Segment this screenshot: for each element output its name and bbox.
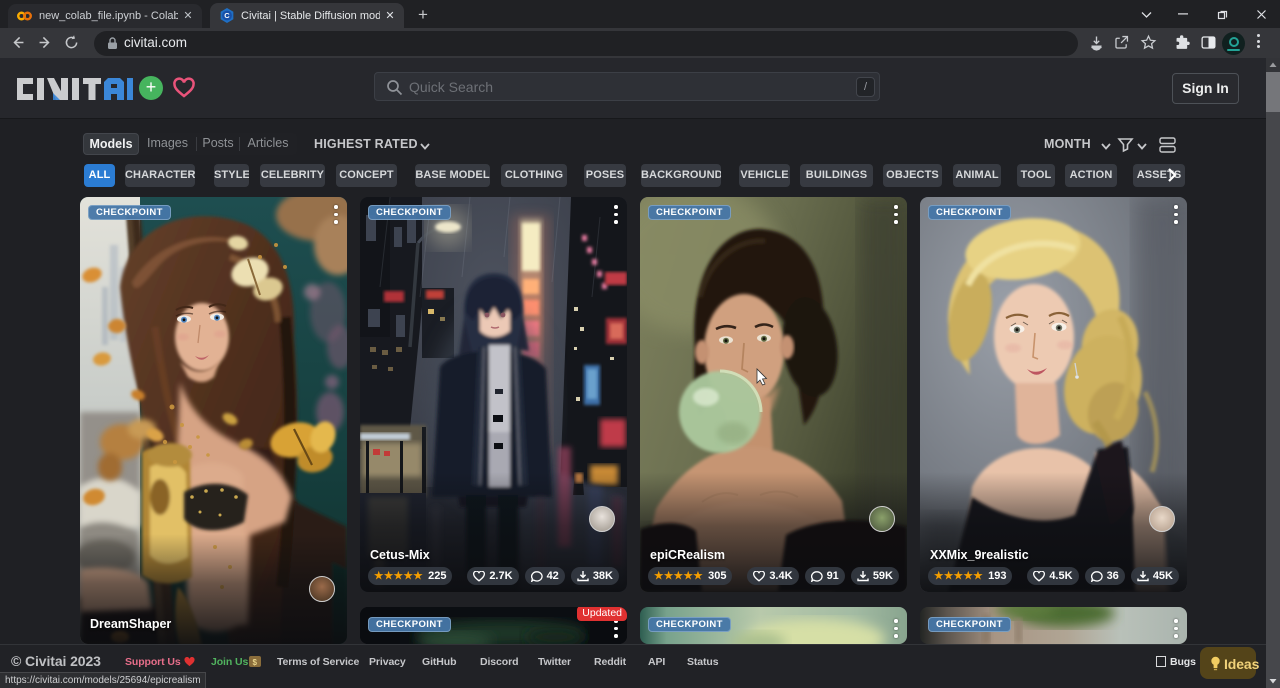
svg-text:C: C (224, 11, 230, 20)
